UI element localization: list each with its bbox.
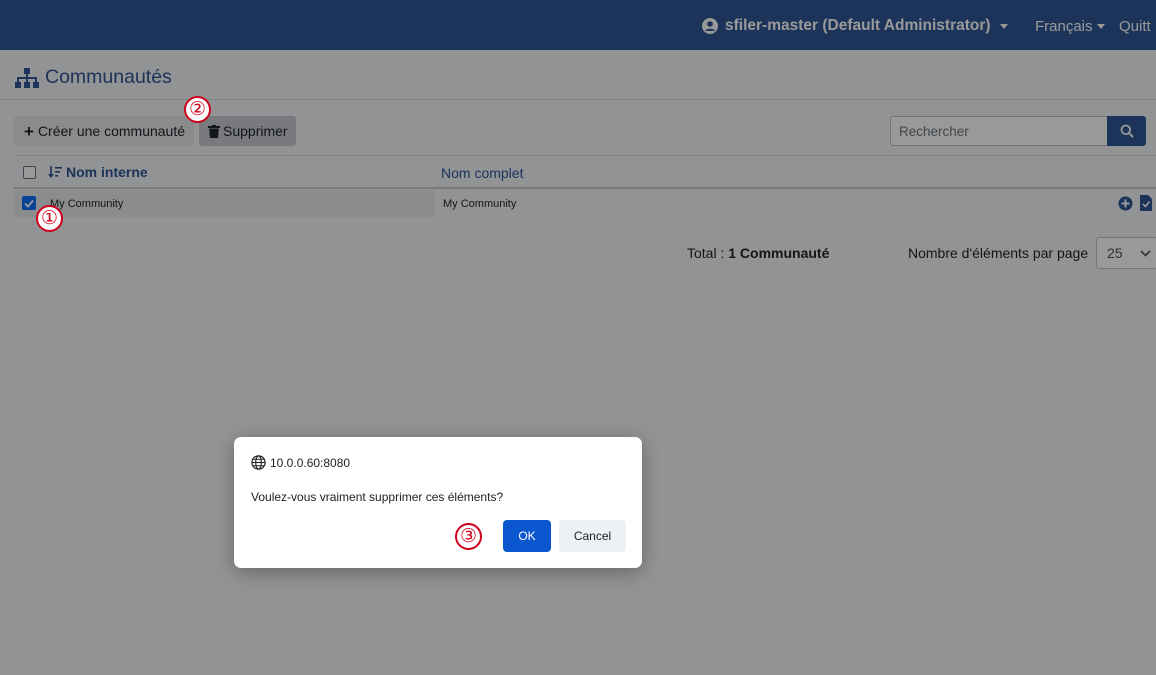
dialog-message: Voulez-vous vraiment supprimer ces éléme… [251, 490, 504, 504]
confirm-dialog: 10.0.0.60:8080 Voulez-vous vraiment supp… [234, 437, 642, 568]
modal-overlay [0, 0, 1156, 675]
annotation-marker-1: ① [36, 205, 63, 232]
cancel-button[interactable]: Cancel [559, 520, 626, 552]
annotation-marker-3: ③ [455, 523, 482, 550]
ok-button[interactable]: OK [503, 520, 551, 552]
globe-icon [251, 455, 266, 470]
dialog-origin: 10.0.0.60:8080 [251, 455, 350, 470]
annotation-marker-2: ② [184, 96, 211, 123]
dialog-origin-text: 10.0.0.60:8080 [270, 455, 351, 470]
